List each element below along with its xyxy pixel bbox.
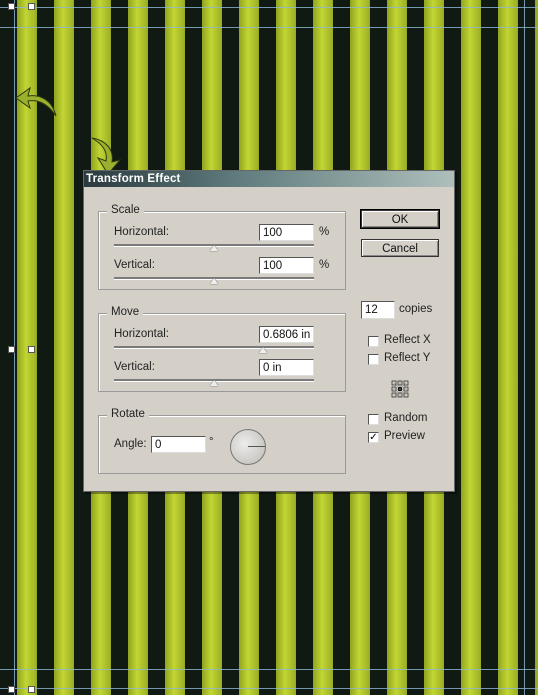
guide-line [0,27,538,28]
guide-line [0,688,538,689]
rotate-angle-label: Angle: [114,438,147,450]
move-vertical-slider-thumb[interactable] [210,380,218,386]
rotate-angle-unit: ° [209,436,214,448]
move-horizontal-slider[interactable] [114,346,314,349]
rotate-group: Rotate Angle: 0 ° [98,408,346,474]
move-horizontal-input[interactable]: 0.6806 in [259,326,314,343]
reflect-x-checkbox[interactable] [368,336,379,347]
guide-line [0,7,538,8]
copies-input[interactable]: 12 [361,301,395,319]
scale-vertical-label: Vertical: [114,259,155,271]
selection-handle[interactable] [8,3,15,10]
ok-button[interactable]: OK [360,209,440,229]
reflect-y-label[interactable]: Reflect Y [384,352,430,364]
selection-handle[interactable] [8,686,15,693]
dialog-title[interactable]: Transform Effect [84,171,454,187]
scale-horizontal-unit: % [319,226,330,238]
preview-checkbox[interactable]: ✓ [368,432,379,443]
reflect-x-label[interactable]: Reflect X [384,334,431,346]
move-group: Move Horizontal: 0.6806 in Vertical: 0 i… [98,306,346,392]
scale-legend: Scale [107,204,144,216]
selection-handle[interactable] [28,3,35,10]
reflect-y-checkbox[interactable] [368,354,379,365]
random-checkbox[interactable] [368,414,379,425]
move-vertical-input[interactable]: 0 in [259,359,314,376]
angle-dial-indicator [248,446,265,447]
guide-line [524,0,525,695]
move-horizontal-slider-thumb[interactable] [259,347,267,353]
selection-handle[interactable] [8,346,15,353]
preview-label[interactable]: Preview [384,430,425,442]
guide-line [0,669,538,670]
scale-group: Scale Horizontal: 100 % Vertical: 100 % [98,204,346,290]
random-label[interactable]: Random [384,412,427,424]
curved-arrow-icon [15,86,57,117]
scale-vertical-unit: % [319,259,330,271]
guide-line [505,0,506,695]
copies-label: copies [399,303,433,315]
move-legend: Move [107,306,144,318]
move-vertical-label: Vertical: [114,361,155,373]
rotate-angle-input[interactable]: 0 [151,436,206,453]
scale-horizontal-input[interactable]: 100 [259,224,314,241]
selection-handle[interactable] [28,346,35,353]
reference-point-icon[interactable] [391,380,409,398]
scale-vertical-input[interactable]: 100 [259,257,314,274]
transform-effect-dialog: Transform Effect Scale Horizontal: 100 %… [83,170,455,492]
rotate-legend: Rotate [107,408,149,420]
move-horizontal-label: Horizontal: [114,328,169,340]
scale-vertical-slider-thumb[interactable] [210,278,218,284]
scale-horizontal-label: Horizontal: [114,226,169,238]
selection-handle[interactable] [28,686,35,693]
angle-dial-icon[interactable] [230,429,266,465]
cancel-button[interactable]: Cancel [361,239,439,257]
scale-horizontal-slider-thumb[interactable] [210,245,218,251]
